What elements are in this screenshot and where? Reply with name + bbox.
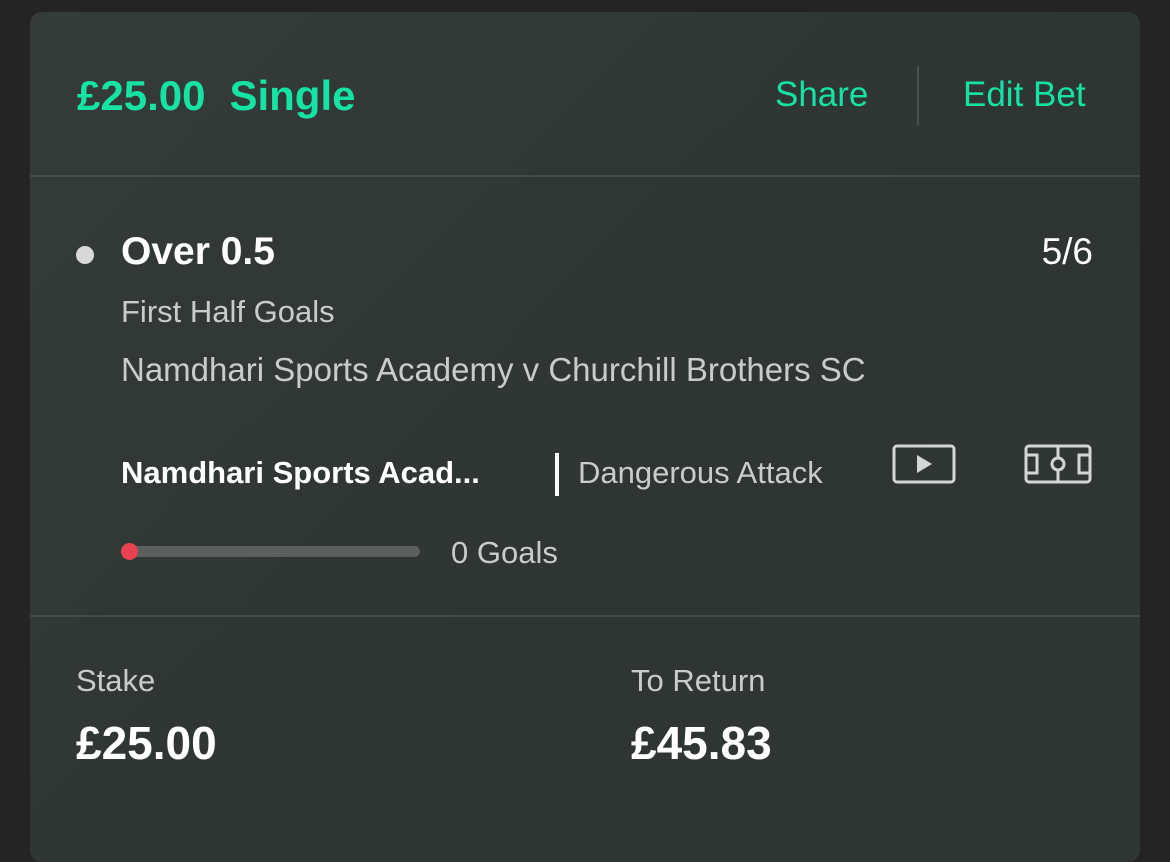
bet-stake-amount: £25.00: [77, 72, 206, 119]
stake-label: Stake: [76, 663, 156, 698]
stake-value: £25.00: [76, 717, 217, 769]
live-team-name: Namdhari Sports Acad...: [121, 455, 480, 490]
goals-progress-marker: [121, 543, 138, 560]
to-return-label: To Return: [631, 663, 766, 698]
selection-odds: 5/6: [1041, 231, 1093, 272]
live-status-divider: [555, 453, 559, 496]
bet-header: £25.00 Single Share Edit Bet: [30, 12, 1140, 177]
share-button[interactable]: Share: [775, 75, 868, 115]
live-status: Dangerous Attack: [578, 455, 823, 490]
goals-count: 0 Goals: [451, 535, 558, 570]
bet-card: £25.00 Single Share Edit Bet Over 0.5 5/6…: [30, 12, 1140, 862]
bet-title: £25.00 Single: [77, 72, 356, 120]
bet-type: Single: [229, 72, 356, 119]
to-return-value: £45.83: [631, 717, 772, 769]
play-video-icon[interactable]: [892, 444, 956, 486]
market-name: First Half Goals: [121, 294, 335, 329]
bet-selection: Over 0.5 5/6 First Half Goals Namdhari S…: [30, 177, 1140, 617]
selection-status-dot: [76, 246, 94, 264]
bet-summary: Stake £25.00 To Return £45.83: [30, 617, 1140, 862]
goals-progress-bar: [121, 543, 420, 560]
header-divider: [917, 66, 919, 125]
pitch-tracker-icon[interactable]: [1024, 444, 1092, 486]
event-name[interactable]: Namdhari Sports Academy v Churchill Brot…: [121, 347, 941, 392]
edit-bet-button[interactable]: Edit Bet: [963, 75, 1086, 115]
selection-name: Over 0.5: [121, 230, 275, 273]
